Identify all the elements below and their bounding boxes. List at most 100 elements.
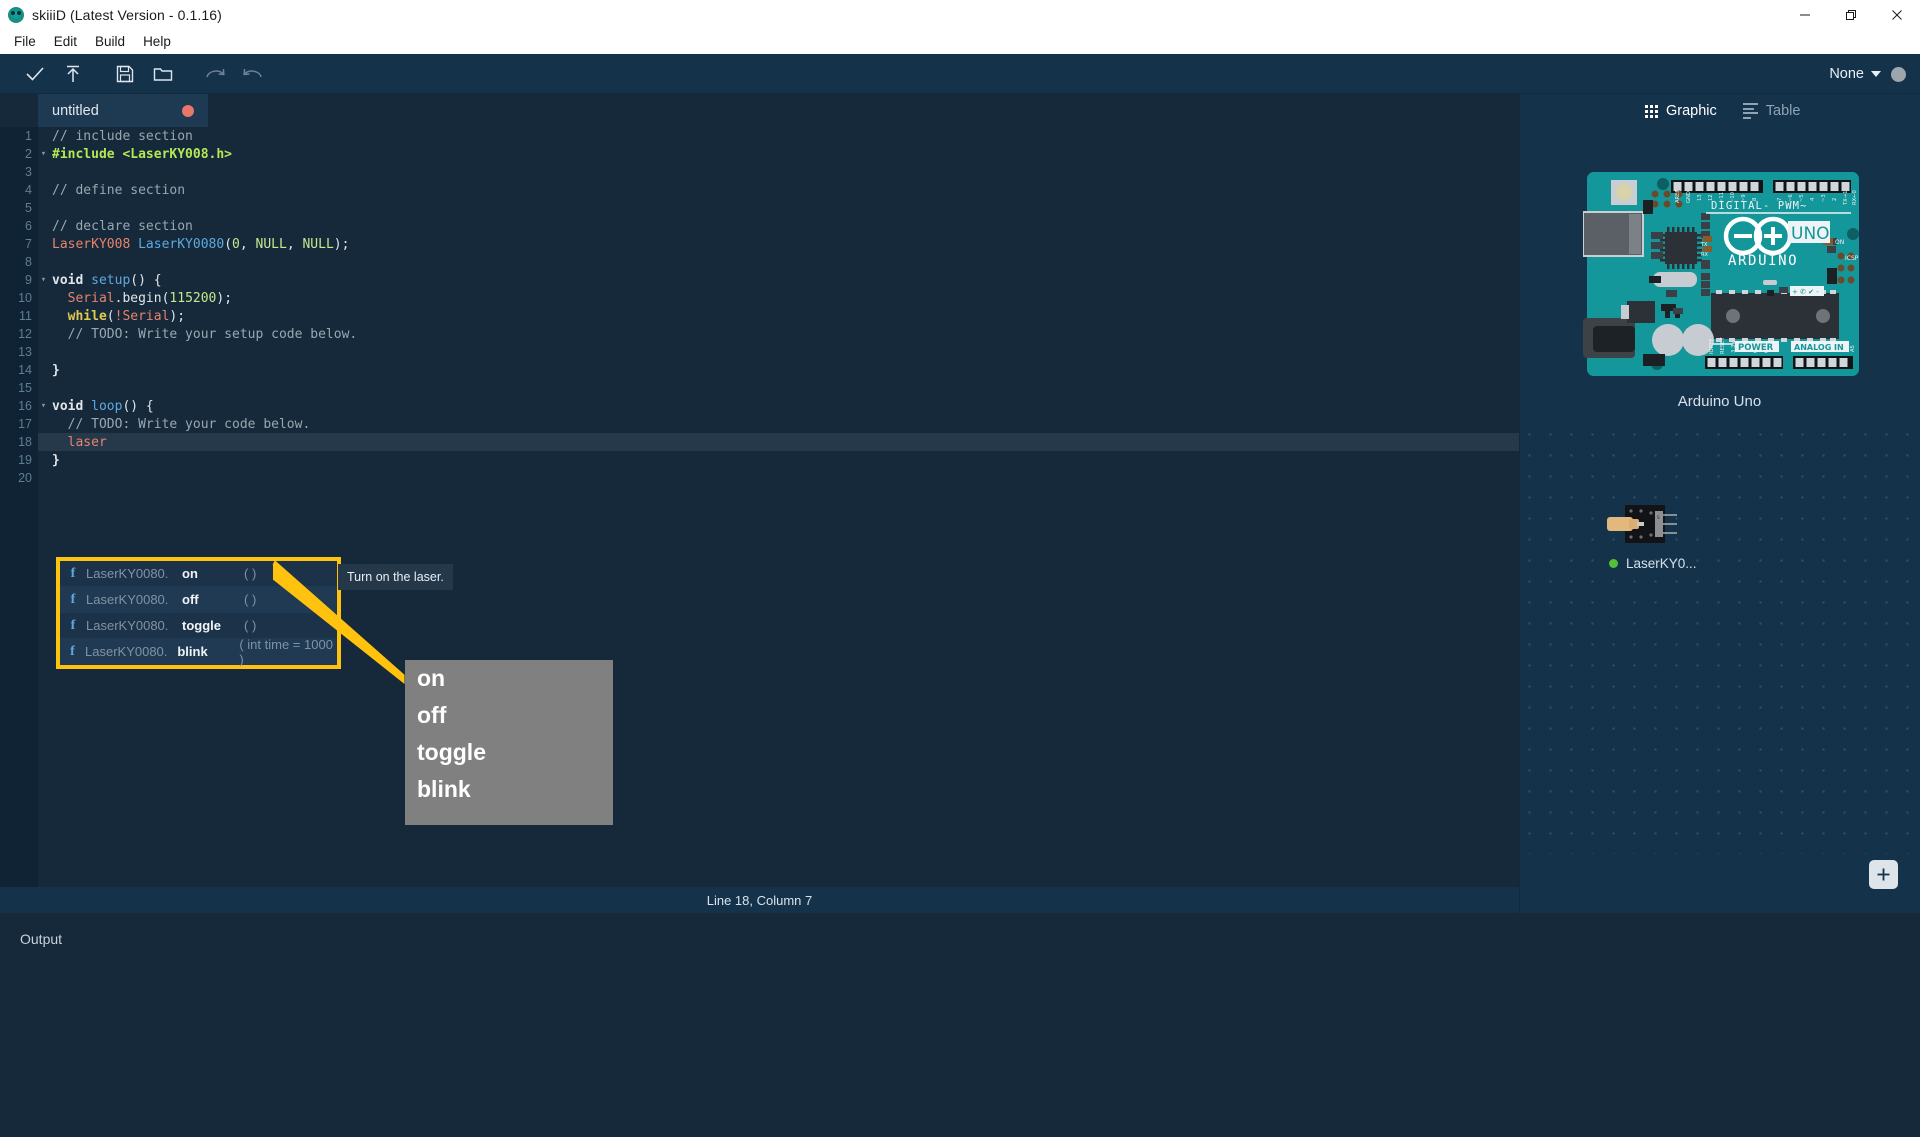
code-text: // define section: [52, 182, 186, 198]
code-line[interactable]: 5: [25, 199, 1519, 217]
autocomplete-item[interactable]: f LaserKY0080. off ( ): [60, 587, 337, 613]
autocomplete-popup[interactable]: f LaserKY0080. on ( ) f LaserKY0080. off ( ) f La…: [56, 557, 341, 669]
code-line[interactable]: 8: [25, 253, 1519, 271]
function-kind-icon: f: [70, 591, 76, 607]
callout-item: blink: [417, 776, 471, 803]
svg-text:~11: ~11: [1719, 192, 1725, 203]
fold-toggle-icon[interactable]: [38, 145, 49, 163]
connection-status-dot: [1891, 66, 1906, 82]
minimize-icon[interactable]: [1782, 0, 1828, 29]
laser-module-image[interactable]: S: [1607, 503, 1679, 545]
code-line[interactable]: 15: [18, 379, 1519, 397]
menu-item-file[interactable]: File: [5, 32, 45, 52]
line-number: 8: [25, 255, 32, 269]
autocomplete-owner: LaserKY0080.: [85, 644, 168, 659]
code-text: void loop() {: [52, 398, 154, 414]
line-number: 18: [18, 435, 32, 449]
autocomplete-item[interactable]: f LaserKY0080. blink ( int time = 1000 ): [60, 637, 337, 667]
svg-text:RX←0: RX←0: [1852, 190, 1858, 205]
autocomplete-signature: ( ): [244, 592, 257, 607]
svg-text:A5: A5: [1850, 345, 1856, 352]
code-line[interactable]: 2 #include <LaserKY008.h>: [25, 145, 1519, 163]
code-lines-container[interactable]: 1 // include section 2 #include <LaserKY008…: [18, 127, 1519, 887]
svg-text:ARDUINO: ARDUINO: [1728, 253, 1798, 269]
svg-text:7: 7: [1777, 198, 1783, 201]
canvas-dot-grid: [1519, 424, 1920, 854]
function-kind-icon: f: [70, 565, 76, 581]
line-number: 3: [25, 165, 32, 179]
svg-text:2: 2: [1832, 198, 1838, 201]
code-line[interactable]: 13: [18, 343, 1519, 361]
code-line[interactable]: 17 // TODO: Write your code below.: [18, 415, 1519, 433]
svg-text:~9: ~9: [1741, 194, 1747, 202]
tab-graphic[interactable]: Graphic: [1645, 103, 1717, 119]
code-line[interactable]: 12 // TODO: Write your setup code below.: [18, 325, 1519, 343]
menu-item-build[interactable]: Build: [86, 32, 134, 52]
svg-text:AREF: AREF: [1675, 190, 1681, 203]
skiiid-logo-icon: [8, 6, 24, 23]
menu-item-help[interactable]: Help: [134, 32, 180, 52]
code-line[interactable]: 4 // define section: [25, 181, 1519, 199]
port-select-label: None: [1829, 66, 1864, 82]
window-controls: [1782, 0, 1920, 29]
output-panel-label: Output: [20, 931, 63, 947]
svg-text:TX: TX: [1700, 242, 1708, 248]
function-kind-icon: f: [70, 617, 76, 633]
fold-toggle-icon[interactable]: [38, 271, 49, 289]
undo-button[interactable]: [234, 57, 272, 91]
upload-button[interactable]: [54, 57, 92, 91]
code-line[interactable]: 11 while(!Serial);: [19, 307, 1519, 325]
editor-status-bar: Line 18, Column 7: [0, 887, 1519, 913]
code-line[interactable]: 19}: [18, 451, 1519, 469]
line-number: 20: [18, 471, 32, 485]
output-panel: Output: [0, 913, 1920, 1137]
autocomplete-item[interactable]: f LaserKY0080. toggle ( ): [60, 613, 337, 639]
code-line[interactable]: 20: [18, 469, 1519, 487]
component-label[interactable]: LaserKY0...: [1609, 556, 1697, 571]
redo-button[interactable]: [196, 57, 234, 91]
editor-region: untitled 1 // include section 2 #include <L…: [0, 94, 1519, 887]
code-line[interactable]: 7 LaserKY008 LaserKY0080(0, NULL, NULL);: [25, 235, 1519, 253]
code-line[interactable]: 18 laser: [18, 433, 1519, 451]
arduino-uno-board-image[interactable]: DIGITAL - PWM~ AREF GND 13 12 ~11 ~10 ~9…: [1583, 168, 1866, 380]
close-icon[interactable]: [1874, 0, 1920, 29]
autocomplete-item[interactable]: f LaserKY0080. on ( ): [60, 561, 337, 587]
svg-text:POWER: POWER: [1738, 343, 1774, 353]
verify-button[interactable]: [16, 57, 54, 91]
svg-text:GND: GND: [1686, 191, 1692, 203]
code-text: }: [52, 362, 60, 378]
code-text: // declare section: [52, 218, 193, 234]
editor-tab-untitled[interactable]: untitled: [38, 94, 208, 127]
menu-item-edit[interactable]: Edit: [45, 32, 86, 52]
code-editor[interactable]: 1 // include section 2 #include <LaserKY008…: [0, 127, 1519, 887]
svg-text:ON: ON: [1835, 239, 1844, 246]
port-select[interactable]: None: [1829, 66, 1881, 82]
autocomplete-method-name: blink: [177, 644, 208, 659]
autocomplete-signature: ( ): [244, 618, 257, 633]
callout-item: on: [417, 665, 446, 691]
code-line[interactable]: 14}: [18, 361, 1519, 379]
code-line[interactable]: 9 void setup() {: [25, 271, 1519, 289]
board-canvas[interactable]: DIGITAL - PWM~ AREF GND 13 12 ~11 ~10 ~9…: [1519, 128, 1920, 913]
add-component-button[interactable]: [1869, 860, 1898, 889]
open-folder-button[interactable]: [144, 57, 182, 91]
code-line[interactable]: 16 void loop() {: [18, 397, 1519, 415]
svg-text:ANALOG IN: ANALOG IN: [1794, 343, 1844, 352]
fold-toggle-icon[interactable]: [38, 397, 49, 415]
tab-table[interactable]: Table: [1742, 103, 1800, 119]
plus-icon: [1877, 868, 1890, 881]
line-number: 12: [18, 327, 32, 341]
code-line[interactable]: 1 // include section: [25, 127, 1519, 145]
function-kind-icon: f: [70, 643, 75, 659]
menu-bar: File Edit Build Help: [0, 29, 1920, 54]
code-line[interactable]: 3: [25, 163, 1519, 181]
svg-text:~6: ~6: [1788, 194, 1794, 202]
callout-panel: on off toggle blink: [405, 660, 613, 825]
maximize-icon[interactable]: [1828, 0, 1874, 29]
tab-modified-dot-icon[interactable]: [182, 104, 194, 117]
save-button[interactable]: [106, 57, 144, 91]
code-line[interactable]: 6 // declare section: [25, 217, 1519, 235]
line-number: 1: [25, 129, 32, 143]
chevron-down-icon: [1871, 71, 1881, 77]
code-line[interactable]: 10 Serial.begin(115200);: [18, 289, 1519, 307]
